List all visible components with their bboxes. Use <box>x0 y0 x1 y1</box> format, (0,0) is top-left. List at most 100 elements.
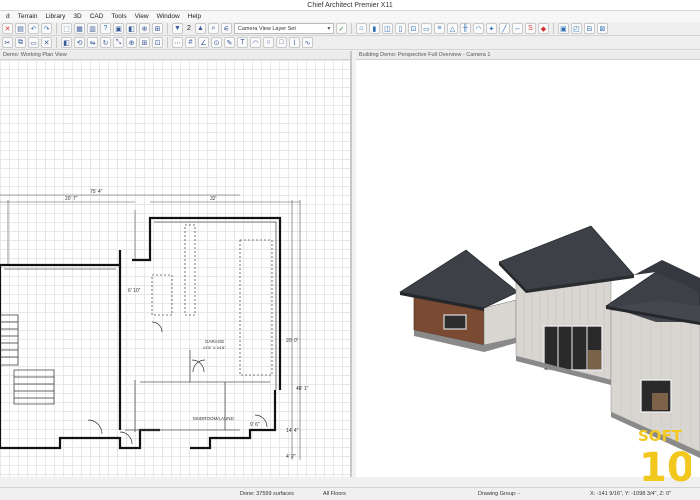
layer-set-select[interactable]: Camera View Layer Set ▾ <box>233 23 334 34</box>
cabinet-icon[interactable]: ▭ <box>420 23 432 34</box>
ruler-icon[interactable]: ⚟ <box>220 23 232 34</box>
menu-terrain[interactable]: Terrain <box>14 13 42 20</box>
status-bar: Done: 37599 surfaces All Floors Drawing … <box>0 487 700 500</box>
grid-snap-icon[interactable]: # <box>185 37 196 48</box>
room-label-garage: GARAGE <box>205 339 224 344</box>
camera-icon[interactable]: ◧ <box>126 23 137 34</box>
resize-icon[interactable]: ⤡ <box>113 37 124 48</box>
copy-icon[interactable]: ⧉ <box>15 37 26 48</box>
wall-icon[interactable]: ▮ <box>368 23 380 34</box>
redo-icon[interactable]: ↷ <box>41 23 52 34</box>
menu-window[interactable]: Window <box>153 13 184 20</box>
delete-icon[interactable]: ✕ <box>41 37 52 48</box>
framing-icon[interactable]: ╫ <box>459 23 471 34</box>
watermark-line1: SOFT <box>638 427 683 445</box>
menu-3d[interactable]: 3D <box>69 13 85 20</box>
main-toolbar: ✕ ▤ ↶ ↷ ⬚ ▦ ▥ ? ▣ ◧ ⊕ ⊞ ▼ 2 ▲ ⌕ ⚟ Camera… <box>0 22 700 36</box>
stairs <box>0 314 55 405</box>
up-floor-icon[interactable]: ▲ <box>194 23 206 34</box>
cross-section-icon[interactable]: ⊠ <box>596 23 608 34</box>
dim-right-vertical-2: 48' 1" <box>296 386 309 392</box>
layer-icon[interactable]: ▦ <box>74 23 85 34</box>
watermark-line2: 10 <box>639 445 691 487</box>
close-file-icon[interactable]: ✕ <box>2 23 13 34</box>
room-dims-garage: 24'8" X 24'8" <box>203 345 226 350</box>
library-icon[interactable]: ▥ <box>87 23 98 34</box>
overview-icon[interactable]: ◰ <box>570 23 582 34</box>
house-icon[interactable]: ⌂ <box>355 23 367 34</box>
door-icon[interactable]: ▯ <box>394 23 406 34</box>
roof-icon[interactable]: △ <box>446 23 458 34</box>
reference-icon[interactable]: ⌕ <box>207 23 219 34</box>
status-coords: X: -141 9/16", Y: -1098 3/4", Z: 0" <box>590 491 671 497</box>
undo-icon[interactable]: ↶ <box>28 23 39 34</box>
print-icon[interactable]: ▤ <box>15 23 26 34</box>
view-camera-icon[interactable]: ▣ <box>557 23 569 34</box>
menu-cad[interactable]: CAD <box>86 13 108 20</box>
electrical-icon[interactable]: ✦ <box>485 23 497 34</box>
circle-tool-icon[interactable]: ○ <box>263 37 274 48</box>
spline-tool-icon[interactable]: ∿ <box>302 37 313 48</box>
floor-plan[interactable]: 75' 4" 20' 7" 32' 6' 10" 20' 0" 48' 1" 1… <box>0 60 352 477</box>
fill-window-icon[interactable]: ⊞ <box>152 23 163 34</box>
window-title: Chief Architect Premier X11 <box>307 2 393 9</box>
help-icon[interactable]: ? <box>100 23 111 34</box>
select-objects-icon[interactable]: ⬚ <box>61 23 72 34</box>
plan-view-title: Demo: Working Plan View <box>3 52 67 58</box>
dim-top-total: 75' 4" <box>90 189 103 195</box>
room-label-mudroom: MUDROOM/LAUND <box>193 416 235 421</box>
status-done: Done: 37599 surfaces <box>240 491 294 497</box>
layer-set-value: Camera View Layer Set <box>237 25 296 32</box>
soft10-watermark-logo: SOFT 10 <box>638 427 691 487</box>
paste-icon[interactable]: ▭ <box>28 37 39 48</box>
open-object-icon[interactable]: ◧ <box>61 37 72 48</box>
status-drawing-group: Drawing Group: - <box>478 491 520 497</box>
lock-icon[interactable]: ⊡ <box>152 37 163 48</box>
text-tool-icon[interactable]: T <box>237 37 248 48</box>
zoom-icon[interactable]: ⊕ <box>139 23 150 34</box>
down-floor-icon[interactable]: ▼ <box>172 23 183 34</box>
house-3d-render[interactable] <box>356 60 700 477</box>
menu-tools[interactable]: Tools <box>107 13 130 20</box>
room-icon[interactable]: ◫ <box>381 23 393 34</box>
dim-right-vertical-4: 4' 2" <box>286 454 296 460</box>
text-icon[interactable]: S <box>524 23 536 34</box>
group-icon[interactable]: ⊞ <box>139 37 150 48</box>
angle-snap-icon[interactable]: ∠ <box>198 37 209 48</box>
title-bar: Chief Architect Premier X11 <box>0 0 700 11</box>
snap-icon[interactable]: ⋯ <box>172 37 183 48</box>
edit-toolbar: ✂ ⧉ ▭ ✕ ◧ ⟲ ⇋ ↻ ⤡ ⊕ ⊞ ⊡ ⋯ # ∠ ⊙ ✎ T ◠ ○ … <box>0 36 700 50</box>
menu-library[interactable]: Library <box>42 13 70 20</box>
center-icon[interactable]: ⊕ <box>126 37 137 48</box>
plan-grid[interactable]: 75' 4" 20' 7" 32' 6' 10" 20' 0" 48' 1" 1… <box>0 60 350 477</box>
stairs-icon[interactable]: ≡ <box>433 23 445 34</box>
dimension-icon[interactable]: ↔ <box>511 23 523 34</box>
layer-display-icon[interactable]: ✓ <box>335 23 347 34</box>
terrain-icon[interactable]: ◠ <box>472 23 484 34</box>
object-snap-icon[interactable]: ⊙ <box>211 37 222 48</box>
dim-left-vertical: 6' 10" <box>128 288 141 294</box>
menu-build[interactable]: d <box>2 13 14 20</box>
elevation-icon[interactable]: ⊟ <box>583 23 595 34</box>
material-icon[interactable]: ◆ <box>537 23 549 34</box>
menu-help[interactable]: Help <box>184 13 205 20</box>
camera-view-title: Building Demo: Perspective Full Overview… <box>359 52 491 58</box>
plan-view-header: Demo: Working Plan View <box>0 51 350 60</box>
menu-view[interactable]: View <box>131 13 153 20</box>
plan-icon[interactable]: ▣ <box>113 23 124 34</box>
dim-top-right: 32' <box>210 196 217 202</box>
window-tool-icon[interactable]: ⊡ <box>407 23 419 34</box>
polyline-tool-icon[interactable]: ⌇ <box>289 37 300 48</box>
mirror-icon[interactable]: ⇋ <box>87 37 98 48</box>
dim-right-vertical-1: 20' 0" <box>286 338 299 344</box>
plan-view-pane[interactable]: Demo: Working Plan View 75' 4" 20' 7" 32… <box>0 51 352 477</box>
cad-line-icon[interactable]: ╱ <box>498 23 510 34</box>
transform-icon[interactable]: ⟲ <box>74 37 85 48</box>
glass-doors <box>543 325 603 371</box>
cad-tool-icon[interactable]: ✎ <box>224 37 235 48</box>
box-tool-icon[interactable]: □ <box>276 37 287 48</box>
camera-view-pane[interactable]: Building Demo: Perspective Full Overview… <box>356 51 700 477</box>
rotate-icon[interactable]: ↻ <box>100 37 111 48</box>
arc-tool-icon[interactable]: ◠ <box>250 37 261 48</box>
cut-icon[interactable]: ✂ <box>2 37 13 48</box>
